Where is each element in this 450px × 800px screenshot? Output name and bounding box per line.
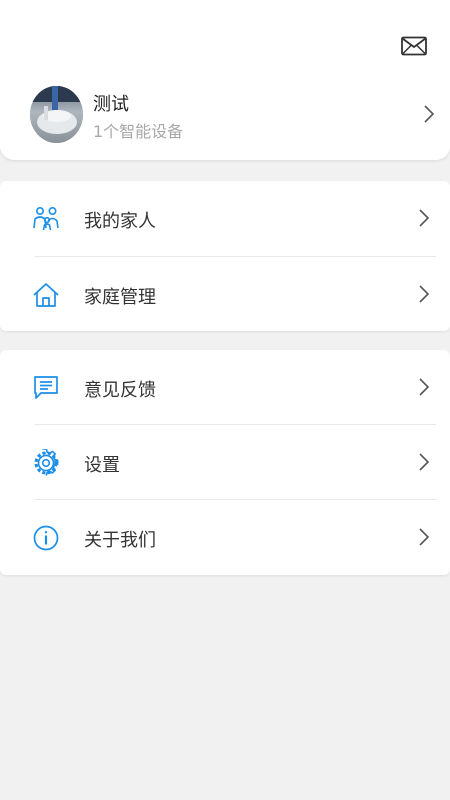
- menu-item-home-management[interactable]: 家庭管理: [0, 257, 450, 332]
- mail-icon: [401, 36, 427, 56]
- menu-item-my-family[interactable]: 我的家人: [0, 181, 450, 256]
- menu-item-label: 意见反馈: [84, 380, 156, 401]
- profile-chevron-right-icon[interactable]: [422, 103, 436, 125]
- gear-icon: [32, 449, 60, 477]
- chevron-right-icon: [418, 377, 432, 399]
- chevron-right-icon: [418, 208, 432, 230]
- messages-button[interactable]: [400, 34, 428, 58]
- menu-group-general: 意见反馈 设置 关于我们: [0, 350, 450, 575]
- info-icon: [32, 524, 60, 552]
- profile-name[interactable]: 测试: [93, 90, 129, 116]
- chevron-right-icon: [418, 452, 432, 474]
- menu-item-label: 我的家人: [84, 211, 156, 232]
- menu-item-label: 家庭管理: [84, 287, 156, 308]
- avatar[interactable]: [30, 86, 83, 143]
- chevron-right-icon: [418, 284, 432, 306]
- profile-header: 测试 1个智能设备: [0, 0, 450, 160]
- device-count: 1个智能设备: [93, 122, 184, 141]
- chevron-right-icon: [418, 527, 432, 549]
- home-icon: [32, 281, 60, 309]
- menu-item-label: 设置: [84, 455, 120, 476]
- feedback-icon: [32, 374, 60, 402]
- menu-group-family: 我的家人 家庭管理: [0, 181, 450, 331]
- menu-item-feedback[interactable]: 意见反馈: [0, 350, 450, 425]
- menu-item-about-us[interactable]: 关于我们: [0, 500, 450, 575]
- menu-item-label: 关于我们: [84, 530, 156, 551]
- family-icon: [32, 205, 60, 233]
- menu-item-settings[interactable]: 设置: [0, 425, 450, 500]
